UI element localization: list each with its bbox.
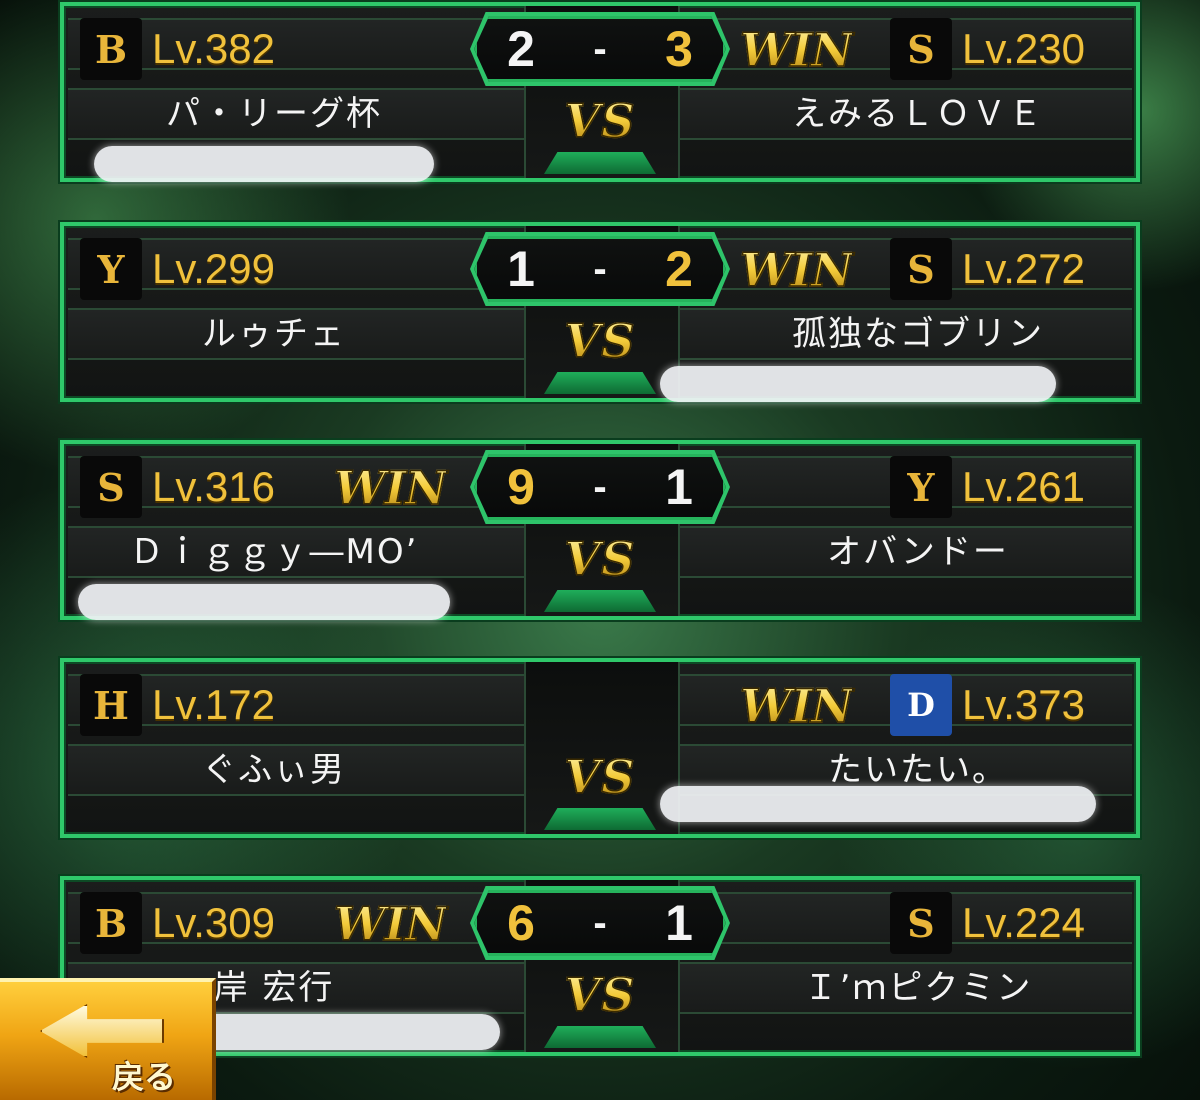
- opponent-level: Lv.261: [962, 463, 1085, 510]
- giants-logo-icon: Y: [890, 456, 952, 518]
- hawks-logo-icon: S: [80, 456, 142, 518]
- score-separator: -: [593, 246, 607, 291]
- score-right: 3: [665, 21, 693, 77]
- hawks-logo-icon: S: [890, 18, 952, 80]
- dragons-logo-icon: D: [890, 674, 952, 736]
- match-card-5[interactable]: B Lv.309 WIN 6 - 1 S Lv.224 岸 宏行 VS Ｉ’ｍピ…: [60, 876, 1140, 1056]
- vs-label: VS: [540, 531, 660, 587]
- score-display: 6 - 1: [474, 890, 726, 956]
- score-separator: -: [593, 26, 607, 71]
- player-level: Lv.299: [152, 245, 275, 292]
- player-name: ぐふぃ男: [202, 750, 346, 790]
- censor-mark: [94, 146, 434, 182]
- buffaloes-logo-icon: B: [80, 18, 142, 80]
- giants-logo-icon: Y: [80, 238, 142, 300]
- match-card-4[interactable]: H Lv.172 WIN D Lv.373 ぐふぃ男 VS たいたい。: [60, 658, 1140, 838]
- score-left: 1: [507, 241, 535, 297]
- opponent-name: オバンドー: [827, 532, 1009, 572]
- win-badge: WIN: [333, 460, 448, 516]
- opponent-level: Lv.224: [962, 899, 1085, 946]
- score-left: 2: [507, 21, 535, 77]
- player-level: Lv.382: [152, 25, 275, 72]
- tigers-logo-icon: H: [80, 674, 142, 736]
- back-button-label: 戻る: [112, 1058, 177, 1096]
- score-left: 6: [507, 895, 535, 951]
- player-name: ルゥチェ: [202, 314, 346, 354]
- back-button[interactable]: 戻る: [0, 978, 216, 1100]
- win-badge: WIN: [739, 22, 854, 78]
- match-card-3[interactable]: S Lv.316 WIN 9 - 1 Y Lv.261 Ｄｉｇｇｙ―MO’ VS…: [60, 440, 1140, 620]
- score-display: 2 - 3: [474, 16, 726, 82]
- vs-label: VS: [540, 93, 660, 149]
- score-display: 9 - 1: [474, 454, 726, 520]
- score-display: 1 - 2: [474, 236, 726, 302]
- player-level: Lv.309: [152, 899, 275, 946]
- player-level: Lv.172: [152, 681, 275, 728]
- win-badge: WIN: [739, 242, 854, 298]
- vs-label: VS: [540, 313, 660, 369]
- win-badge: WIN: [739, 678, 854, 734]
- match-card-1[interactable]: B Lv.382 2 - 3 WIN S Lv.230 パ・リーグ杯 VS えみ…: [60, 2, 1140, 182]
- player-name: パ・リーグ杯: [166, 94, 382, 134]
- player-level: Lv.316: [152, 463, 275, 510]
- censor-mark: [660, 366, 1056, 402]
- score-separator: -: [593, 900, 607, 945]
- opponent-name: えみるＬＯＶＥ: [792, 94, 1044, 134]
- censor-mark: [78, 584, 450, 620]
- score-separator: -: [593, 464, 607, 509]
- opponent-level: Lv.272: [962, 245, 1085, 292]
- opponent-level: Lv.373: [962, 681, 1085, 728]
- score-right: 2: [665, 241, 693, 297]
- opponent-name: Ｉ’ｍピクミン: [803, 968, 1033, 1008]
- opponent-level: Lv.230: [962, 25, 1085, 72]
- hawks-logo-icon: S: [890, 892, 952, 954]
- vs-label: VS: [540, 967, 660, 1023]
- score-left: 9: [507, 459, 535, 515]
- score-right: 1: [665, 895, 693, 951]
- match-card-2[interactable]: Y Lv.299 1 - 2 WIN S Lv.272 ルゥチェ VS 孤独なゴ…: [60, 222, 1140, 402]
- opponent-name: 孤独なゴブリン: [792, 314, 1044, 354]
- player-name: Ｄｉｇｇｙ―MO’: [129, 532, 419, 572]
- censor-mark: [660, 786, 1096, 822]
- score-right: 1: [665, 459, 693, 515]
- win-badge: WIN: [333, 896, 448, 952]
- back-arrow-icon: [40, 1004, 164, 1058]
- hawks-logo-icon: S: [890, 238, 952, 300]
- buffaloes-logo-icon: B: [80, 892, 142, 954]
- vs-label: VS: [540, 749, 660, 805]
